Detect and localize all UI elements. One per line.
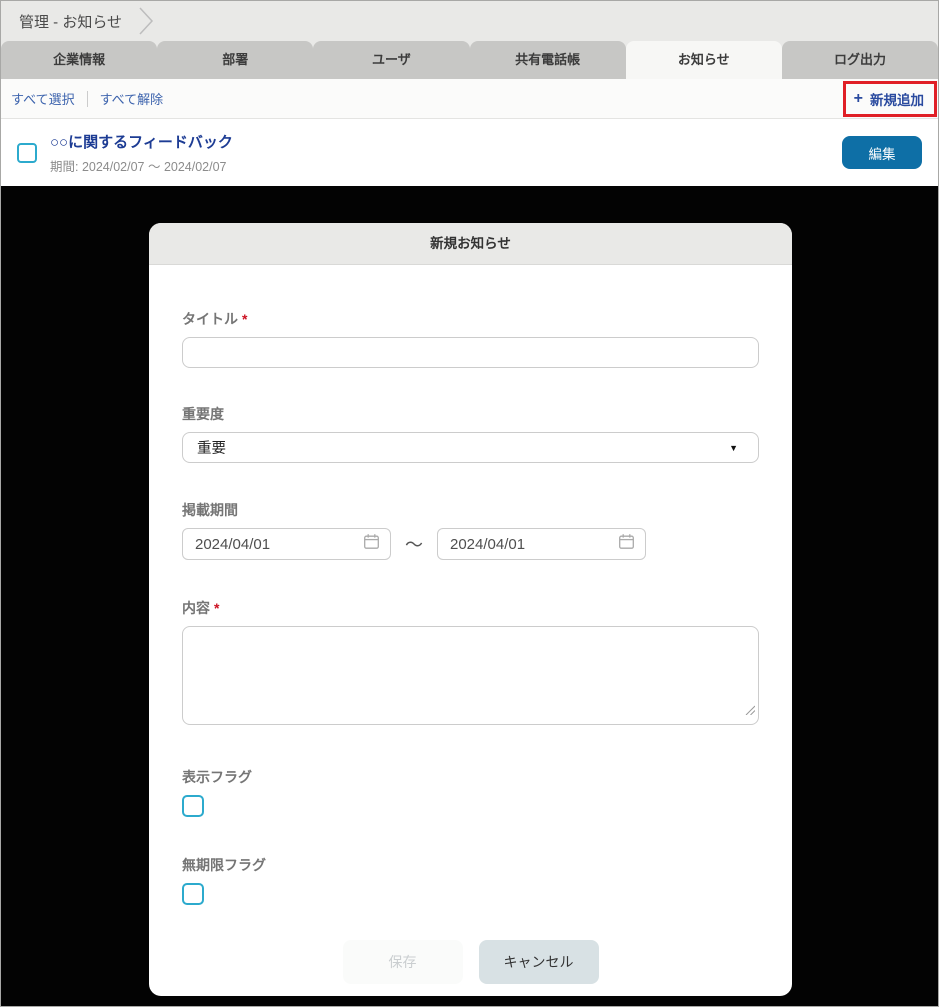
title-field-group: タイトル* <box>182 309 759 368</box>
period-start-value: 2024/04/01 <box>195 536 270 553</box>
period-date-row: 2024/04/01 〜 2024/04/01 <box>182 528 759 560</box>
display-flag-label: 表示フラグ <box>182 767 759 787</box>
modal-button-row: 保存 キャンセル <box>182 940 759 984</box>
content-textarea-wrap <box>182 626 759 725</box>
chevron-right-icon <box>138 6 154 36</box>
title-label: タイトル* <box>182 309 759 329</box>
calendar-icon[interactable] <box>618 533 635 555</box>
tab-log-output[interactable]: ログ出力 <box>782 41 938 79</box>
content-textarea[interactable] <box>182 626 759 725</box>
add-new-button[interactable]: 新規追加 <box>870 89 924 109</box>
cancel-button[interactable]: キャンセル <box>479 940 599 984</box>
plus-icon: + <box>854 91 863 107</box>
breadcrumb: 管理 - お知らせ <box>1 1 938 41</box>
chevron-down-icon: ▼ <box>729 443 738 453</box>
tab-departments[interactable]: 部署 <box>157 41 313 79</box>
modal-overlay: 新規お知らせ タイトル* 重要度 重要 ▼ 掲載期間 <box>1 186 938 1007</box>
deselect-all-link[interactable]: すべて解除 <box>100 89 164 108</box>
display-flag-group: 表示フラグ <box>182 767 759 817</box>
indefinite-flag-label: 無期限フラグ <box>182 855 759 875</box>
importance-selected-value: 重要 <box>197 437 226 458</box>
indefinite-flag-checkbox[interactable] <box>182 883 204 905</box>
tab-users[interactable]: ユーザ <box>313 41 469 79</box>
period-separator: 〜 <box>405 531 423 557</box>
modal-body: タイトル* 重要度 重要 ▼ 掲載期間 2024/04/01 <box>149 265 792 984</box>
importance-field-group: 重要度 重要 ▼ <box>182 404 759 463</box>
required-marker: * <box>214 600 219 616</box>
title-input[interactable] <box>182 337 759 368</box>
calendar-icon[interactable] <box>363 533 380 555</box>
tab-announcements[interactable]: お知らせ <box>626 41 782 79</box>
row-checkbox[interactable] <box>17 143 37 163</box>
add-new-highlight-box[interactable]: + 新規追加 <box>843 81 937 117</box>
importance-label: 重要度 <box>182 404 759 424</box>
modal-title: 新規お知らせ <box>149 223 792 265</box>
save-button[interactable]: 保存 <box>343 940 463 984</box>
indefinite-flag-group: 無期限フラグ <box>182 855 759 905</box>
tab-company-info[interactable]: 企業情報 <box>1 41 157 79</box>
row-text: ○○に関するフィードバック 期間: 2024/02/07 〜 2024/02/0… <box>50 131 233 175</box>
period-end-value: 2024/04/01 <box>450 536 525 553</box>
resize-handle-icon[interactable] <box>745 702 755 720</box>
new-announcement-modal: 新規お知らせ タイトル* 重要度 重要 ▼ 掲載期間 <box>149 223 792 996</box>
list-toolbar: すべて選択 すべて解除 + 新規追加 <box>1 79 938 119</box>
tab-shared-phonebook[interactable]: 共有電話帳 <box>470 41 626 79</box>
content-label: 内容* <box>182 598 759 618</box>
edit-button[interactable]: 編集 <box>842 136 922 169</box>
period-start-input[interactable]: 2024/04/01 <box>182 528 391 560</box>
period-end-input[interactable]: 2024/04/01 <box>437 528 646 560</box>
app-window: 管理 - お知らせ 企業情報 部署 ユーザ 共有電話帳 お知らせ ログ出力 すべ… <box>0 0 939 1007</box>
period-field-group: 掲載期間 2024/04/01 <box>182 500 759 560</box>
required-marker: * <box>242 311 247 327</box>
importance-select[interactable]: 重要 ▼ <box>182 432 759 463</box>
announcement-period: 期間: 2024/02/07 〜 2024/02/07 <box>50 156 233 175</box>
announcement-row: ○○に関するフィードバック 期間: 2024/02/07 〜 2024/02/0… <box>1 119 938 186</box>
tab-bar: 企業情報 部署 ユーザ 共有電話帳 お知らせ ログ出力 <box>1 41 938 79</box>
breadcrumb-label: 管理 - お知らせ <box>19 11 122 32</box>
period-label: 掲載期間 <box>182 500 759 520</box>
display-flag-checkbox[interactable] <box>182 795 204 817</box>
announcement-title[interactable]: ○○に関するフィードバック <box>50 131 233 152</box>
select-all-link[interactable]: すべて選択 <box>11 89 75 108</box>
content-field-group: 内容* <box>182 598 759 725</box>
toolbar-divider <box>87 91 88 107</box>
